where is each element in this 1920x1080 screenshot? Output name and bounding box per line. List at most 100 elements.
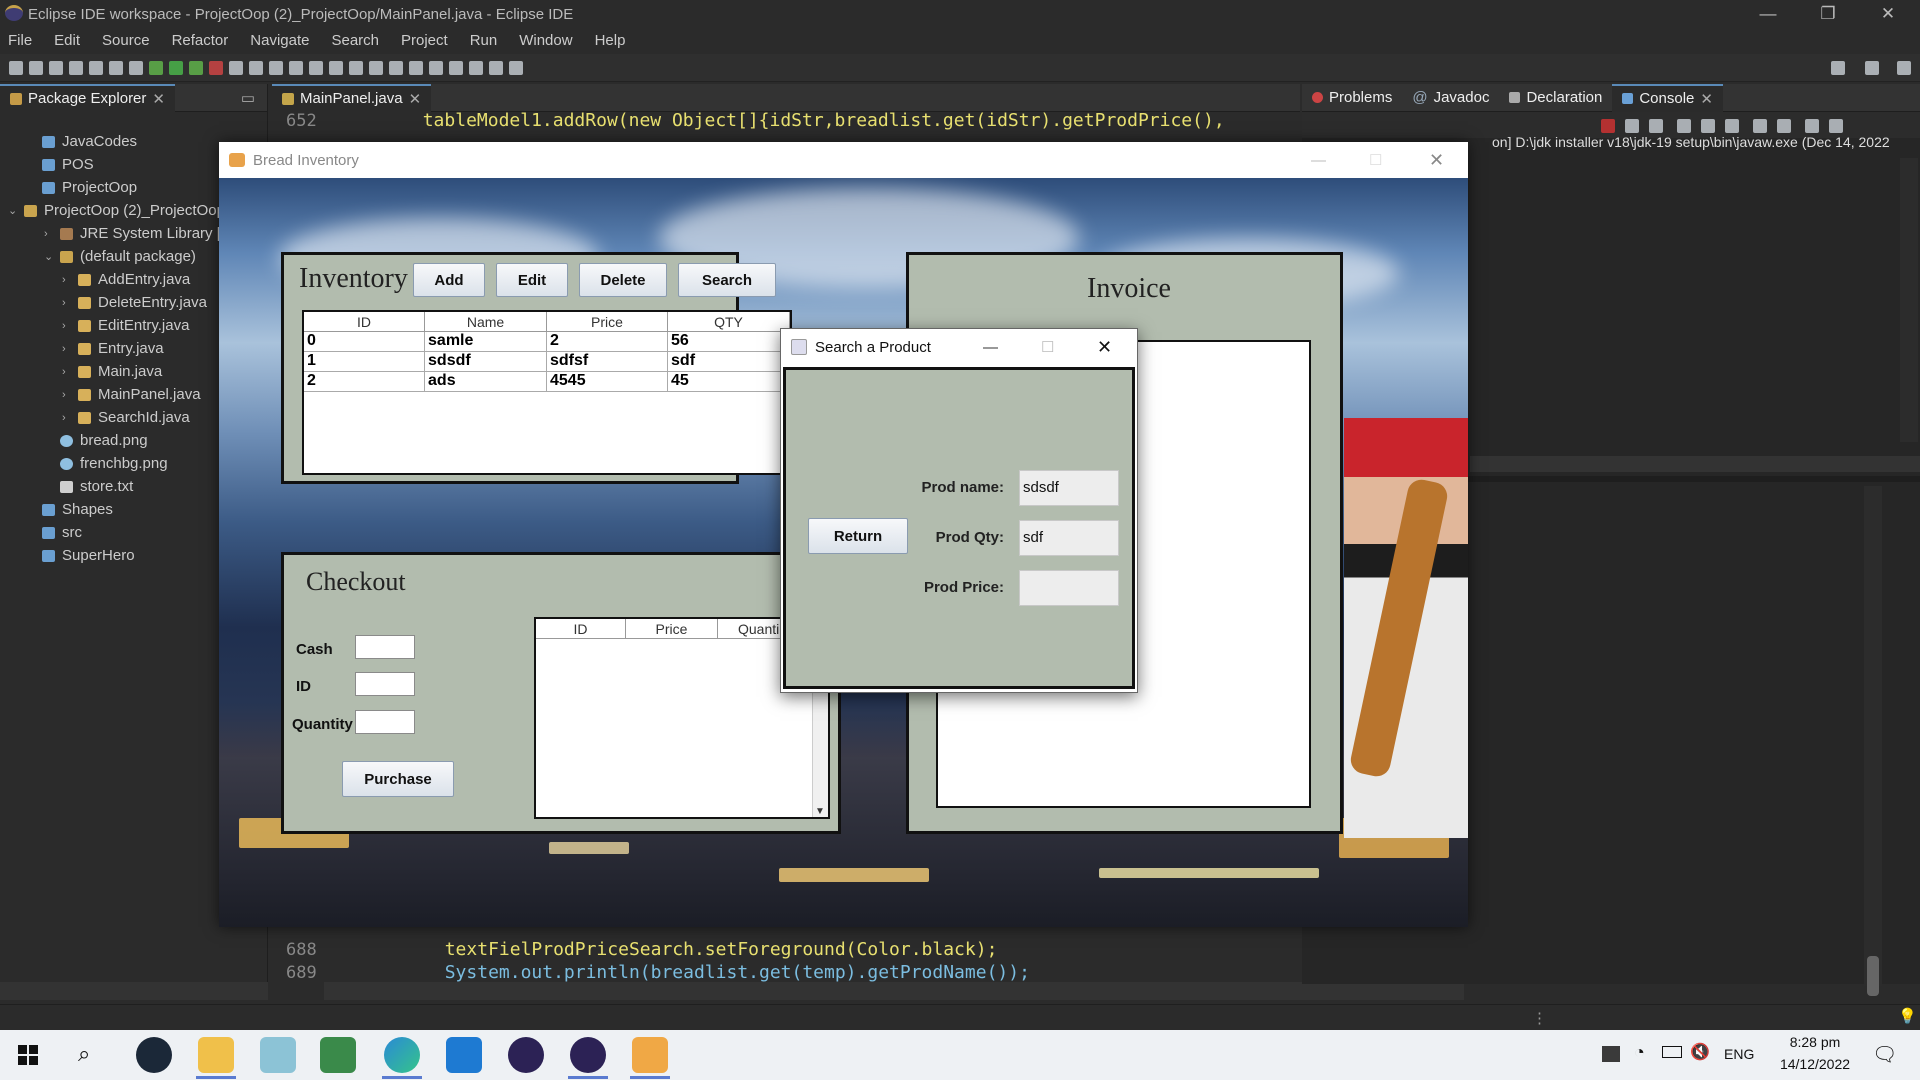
column-header-name[interactable]: Name (425, 312, 547, 331)
prod-name-field[interactable]: sdsdf (1019, 470, 1119, 506)
prev-annotation-icon[interactable] (429, 61, 443, 75)
pin-console-icon[interactable] (1753, 119, 1767, 133)
scroll-lock-icon[interactable] (1701, 119, 1715, 133)
speaker-muted-icon[interactable]: 🔇 (1690, 1042, 1710, 1062)
column-header-id[interactable]: ID (304, 312, 426, 331)
last-edit-icon[interactable] (449, 61, 463, 75)
tab-javadoc[interactable]: @ Javadoc (1402, 84, 1499, 112)
wifi-icon[interactable]: ◔ (1634, 1042, 1645, 1063)
notes-app-icon[interactable] (260, 1037, 296, 1073)
menu-navigate[interactable]: Navigate (250, 32, 309, 49)
minimize-icon[interactable]: — (1740, 0, 1796, 28)
language-indicator[interactable]: ENG (1724, 1046, 1754, 1062)
block-selection-icon[interactable] (369, 61, 383, 75)
save-all-icon[interactable] (69, 61, 83, 75)
quantity-input[interactable] (355, 710, 415, 734)
chevron-right-icon[interactable]: › (44, 228, 56, 240)
open-type-icon[interactable] (289, 61, 303, 75)
tip-icon[interactable]: 💡 (1898, 1007, 1917, 1025)
maximize-icon[interactable]: ☐ (1369, 151, 1382, 169)
vscode-icon[interactable] (446, 1037, 482, 1073)
open-perspective-icon[interactable] (1865, 61, 1879, 75)
table-row[interactable]: 0 samle 2 56 (304, 332, 790, 352)
display-console-icon[interactable] (1777, 119, 1791, 133)
minimize-icon[interactable]: — (1311, 152, 1326, 169)
remove-launch-icon[interactable] (1625, 119, 1639, 133)
table-row[interactable]: 1 sdsdf sdfsf sdf (304, 352, 790, 372)
chevron-right-icon[interactable]: › (62, 389, 74, 401)
search-button[interactable]: Search (678, 263, 776, 297)
nvidia-icon[interactable] (1602, 1046, 1620, 1062)
tab-console[interactable]: Console ✕ (1612, 83, 1723, 112)
print-icon[interactable] (89, 61, 103, 75)
new-java-project-icon[interactable] (229, 61, 243, 75)
scroll-down-icon[interactable]: ▼ (815, 806, 825, 817)
terminal-icon[interactable] (109, 61, 123, 75)
column-header-id[interactable]: ID (536, 619, 626, 638)
close-tab-icon[interactable]: ✕ (409, 90, 422, 108)
inventory-table[interactable]: ID Name Price QTY 0 samle 2 56 1 sdsdf s… (302, 310, 792, 475)
id-input[interactable] (355, 672, 415, 696)
search-icon[interactable]: ⌕ (78, 1041, 90, 1067)
spreadsheet-app-icon[interactable] (320, 1037, 356, 1073)
steam-icon[interactable] (136, 1037, 172, 1073)
console-vertical-scrollbar[interactable] (1900, 158, 1918, 442)
new-console-icon[interactable] (1805, 119, 1819, 133)
add-button[interactable]: Add (413, 263, 485, 297)
prod-qty-field[interactable]: sdf (1019, 520, 1119, 556)
chevron-right-icon[interactable]: › (62, 366, 74, 378)
pin-editor-icon[interactable] (509, 61, 523, 75)
forward-icon[interactable] (489, 61, 503, 75)
editor-horizontal-scrollbar[interactable] (324, 982, 1464, 1000)
next-annotation-icon[interactable] (409, 61, 423, 75)
maximize-icon[interactable]: ☐ (1041, 338, 1054, 356)
start-windows-icon[interactable] (18, 1045, 38, 1065)
close-icon[interactable]: ✕ (1860, 0, 1916, 28)
close-icon[interactable]: ✕ (1097, 337, 1112, 358)
word-wrap-icon[interactable] (349, 61, 363, 75)
debug-icon[interactable] (149, 61, 163, 75)
java-perspective-icon[interactable] (1897, 61, 1911, 75)
back-icon[interactable] (469, 61, 483, 75)
open-icon[interactable] (29, 61, 43, 75)
restore-icon[interactable]: ❐ (1800, 0, 1856, 28)
cash-input[interactable] (355, 635, 415, 659)
edge-browser-icon[interactable] (384, 1037, 420, 1073)
toggle-mark-icon[interactable] (329, 61, 343, 75)
return-button[interactable]: Return (808, 518, 908, 554)
chevron-down-icon[interactable]: ⌄ (44, 250, 56, 263)
search-icon[interactable] (1831, 61, 1845, 75)
outline-vertical-scrollbar[interactable] (1864, 486, 1882, 996)
tab-problems[interactable]: Problems (1302, 84, 1402, 112)
new-class-icon[interactable] (269, 61, 283, 75)
menu-edit[interactable]: Edit (54, 32, 80, 49)
column-header-price[interactable]: Price (547, 312, 669, 331)
menu-window[interactable]: Window (519, 32, 572, 49)
chevron-right-icon[interactable]: › (62, 343, 74, 355)
search-toolbar-icon[interactable] (309, 61, 323, 75)
menu-search[interactable]: Search (331, 32, 379, 49)
table-row[interactable]: 2 ads 4545 45 (304, 372, 790, 392)
file-explorer-icon[interactable] (198, 1037, 234, 1073)
open-console-icon[interactable] (1829, 119, 1843, 133)
tab-declaration[interactable]: Declaration (1499, 84, 1612, 112)
menu-run[interactable]: Run (470, 32, 498, 49)
console-horizontal-scrollbar[interactable] (1470, 456, 1920, 472)
eclipse-icon[interactable] (508, 1037, 544, 1073)
coverage-icon[interactable] (189, 61, 203, 75)
minimize-icon[interactable]: — (983, 339, 998, 356)
eclipse-running-icon[interactable] (570, 1037, 606, 1073)
column-header-qty[interactable]: QTY (668, 312, 790, 331)
clear-console-icon[interactable] (1677, 119, 1691, 133)
battery-icon[interactable] (1662, 1046, 1682, 1058)
horizontal-scrollbar[interactable] (0, 982, 268, 1000)
menu-help[interactable]: Help (595, 32, 626, 49)
column-header-price[interactable]: Price (626, 619, 718, 638)
save-icon[interactable] (49, 61, 63, 75)
word-wrap-console-icon[interactable] (1725, 119, 1739, 133)
tab-package-explorer[interactable]: Package Explorer ✕ (0, 83, 175, 112)
chevron-right-icon[interactable]: › (62, 297, 74, 309)
scrollbar-thumb[interactable] (1867, 956, 1879, 996)
edit-button[interactable]: Edit (496, 263, 568, 297)
terminate-icon[interactable] (1601, 119, 1615, 133)
